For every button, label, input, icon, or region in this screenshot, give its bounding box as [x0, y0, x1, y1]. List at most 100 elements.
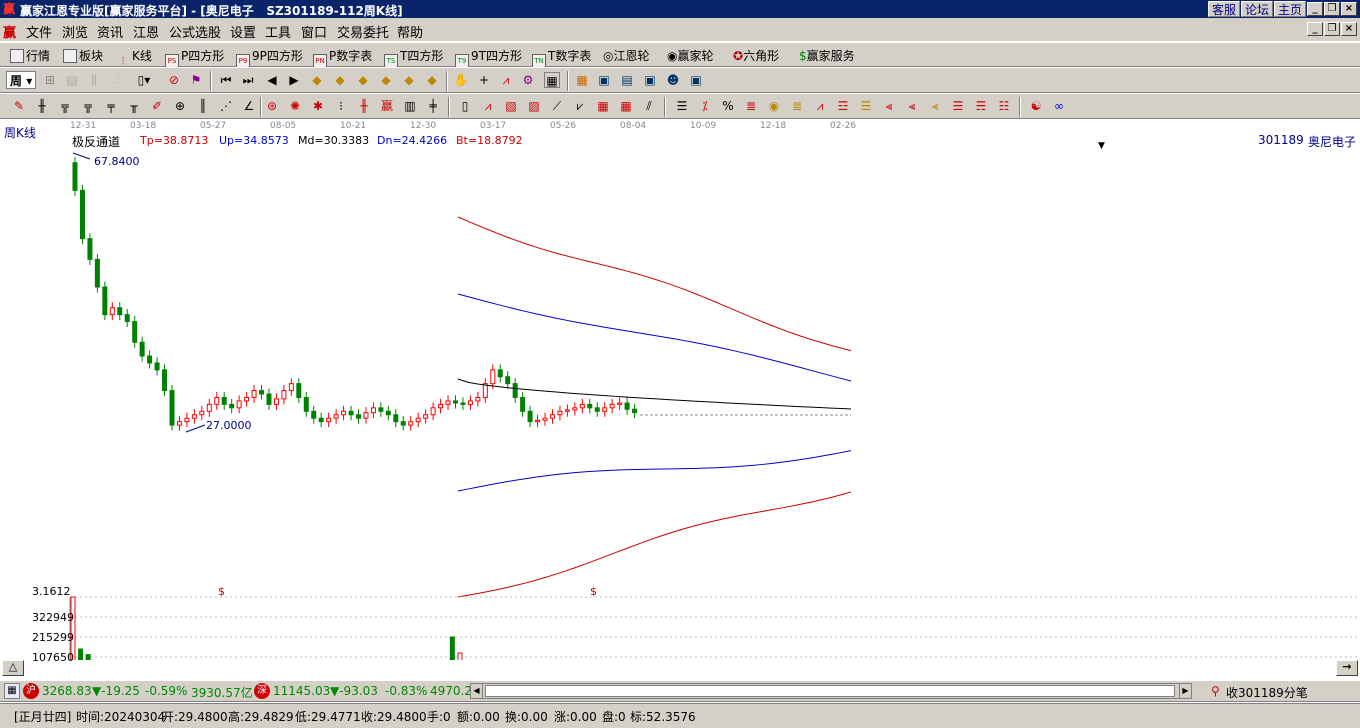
draw-h4-icon[interactable]: ⫷	[904, 98, 920, 114]
service-link[interactable]: 客服	[1208, 1, 1241, 17]
trend-icon[interactable]: ⩘	[498, 72, 514, 88]
draw-speed-icon[interactable]: ⩘	[480, 98, 496, 114]
menu-tools[interactable]: 工具	[265, 22, 291, 41]
grid-small-icon[interactable]: ▦	[4, 683, 20, 699]
draw-coin-icon[interactable]: ◉	[766, 98, 782, 114]
minimize-icon[interactable]: _	[1307, 2, 1323, 16]
tick-data-icon[interactable]: ⚲	[1211, 684, 1220, 698]
draw-h3-icon[interactable]: ⫷	[881, 98, 897, 114]
t-square-button[interactable]: TS T四方形	[384, 47, 443, 68]
draw-pct-icon[interactable]: ⁒	[697, 98, 713, 114]
next-icon[interactable]: ▶	[286, 72, 302, 88]
menu-browse[interactable]: 浏览	[62, 22, 88, 41]
prev-icon[interactable]: ◀	[264, 72, 280, 88]
gann-wheel-button[interactable]: ◎江恩轮	[603, 47, 650, 64]
draw-bar2-icon[interactable]: ╦	[80, 98, 96, 114]
sector-button[interactable]: 板块	[63, 47, 103, 64]
winner-wheel-button[interactable]: ◉赢家轮	[667, 47, 714, 64]
draw-flame-icon[interactable]: ⩘	[812, 98, 828, 114]
tool-doc-icon[interactable]: ▤	[64, 72, 80, 88]
yinyang-icon[interactable]: ☯	[1028, 98, 1044, 114]
menu-gann[interactable]: 江恩	[133, 22, 159, 41]
scroll-right-icon[interactable]: ▶	[1179, 684, 1191, 698]
diamond-4-icon[interactable]: ◆	[378, 72, 394, 88]
report-icon[interactable]: ▤	[619, 72, 635, 88]
draw-h7-icon[interactable]: ☴	[973, 98, 989, 114]
winner-service-button[interactable]: $赢家服务	[799, 47, 855, 64]
draw-grid3-icon[interactable]: ▦	[618, 98, 634, 114]
forum-link[interactable]: 论坛	[1241, 1, 1274, 17]
tool-bars-icon[interactable]: ⫼	[86, 72, 102, 88]
bottom-scrollbar[interactable]: ◀ ▶	[470, 683, 1192, 699]
kline-chart[interactable]	[0, 119, 1360, 660]
diamond-3-icon[interactable]: ◆	[355, 72, 371, 88]
p-number-table-button[interactable]: PN P数字表	[313, 47, 372, 68]
menu-info[interactable]: 资讯	[97, 22, 123, 41]
child-minimize-icon[interactable]: _	[1307, 22, 1323, 36]
draw-h5-icon[interactable]: ⫷	[927, 98, 943, 114]
draw-fan-icon[interactable]: ⋰	[218, 98, 234, 114]
save-icon[interactable]: ▣	[642, 72, 658, 88]
scroll-thumb[interactable]	[485, 685, 1175, 697]
tool-active-icon[interactable]: ▦	[544, 72, 560, 88]
tool-bar-type-icon[interactable]: ▯▾	[136, 72, 152, 88]
draw-target-icon[interactable]: ⊛	[264, 98, 280, 114]
chart-area[interactable]: 周K线 极反通道 Tp=38.8713 Up=34.8573 Md=30.338…	[0, 119, 1360, 678]
expand-up-icon[interactable]: △	[2, 660, 24, 676]
home-link[interactable]: 主页	[1274, 1, 1307, 17]
diamond-5-icon[interactable]: ◆	[401, 72, 417, 88]
menu-formula[interactable]: 公式选股	[169, 22, 221, 41]
draw-table-icon[interactable]: ▥	[402, 98, 418, 114]
menu-settings[interactable]: 设置	[230, 22, 256, 41]
menu-window[interactable]: 窗口	[301, 22, 327, 41]
close-icon[interactable]: ×	[1341, 2, 1357, 16]
kline-button[interactable]: ┆ K线	[116, 47, 152, 69]
draw-bar3-icon[interactable]: ╤	[103, 98, 119, 114]
crosshair-icon[interactable]: +	[476, 72, 492, 88]
draw-cross-icon[interactable]: ✱	[310, 98, 326, 114]
dropdown-arrow-icon[interactable]: ▼	[1098, 141, 1105, 151]
menu-trade[interactable]: 交易委托	[337, 22, 389, 41]
9t-square-button[interactable]: T9 9T四方形	[455, 47, 522, 68]
draw-box2-icon[interactable]: ▨	[526, 98, 542, 114]
period-select[interactable]: 周 ▾	[6, 71, 36, 89]
tool-zoom-icon[interactable]: ⊘	[166, 72, 182, 88]
tool-grid-icon[interactable]: ⊞	[42, 72, 58, 88]
tool-candles-icon[interactable]: ⫶	[110, 72, 126, 88]
draw-grid2-icon[interactable]: ▦	[595, 98, 611, 114]
diamond-6-icon[interactable]: ◆	[424, 72, 440, 88]
t-number-table-button[interactable]: TN T数字表	[532, 47, 591, 68]
draw-frame-icon[interactable]: ▯	[457, 98, 473, 114]
expand-right-icon[interactable]: →	[1336, 660, 1358, 676]
formula-icon[interactable]: ⚙	[520, 72, 536, 88]
draw-list-icon[interactable]: ☰	[674, 98, 690, 114]
draw-star-icon[interactable]: ✺	[287, 98, 303, 114]
calendar-icon[interactable]: ▦	[574, 72, 590, 88]
menu-help[interactable]: 帮助	[397, 22, 423, 41]
hand-icon[interactable]: ✋	[453, 72, 469, 88]
draw-zigzag-icon[interactable]: ⩗	[572, 98, 588, 114]
9p-square-button[interactable]: P9 9P四方形	[236, 47, 303, 68]
scroll-left-icon[interactable]: ◀	[471, 684, 483, 698]
draw-win-icon[interactable]: 赢	[379, 98, 395, 114]
people-icon[interactable]: ☻	[665, 72, 681, 88]
draw-hlines-icon[interactable]: ╪	[425, 98, 441, 114]
diamond-1-icon[interactable]: ◆	[309, 72, 325, 88]
infinity-icon[interactable]: ∞	[1051, 98, 1067, 114]
draw-bar4-icon[interactable]: ╥	[126, 98, 142, 114]
hexagon-button[interactable]: ✪六角形	[733, 47, 779, 64]
draw-coins-icon[interactable]: ≣	[789, 98, 805, 114]
p-square-button[interactable]: PS P四方形	[165, 47, 224, 68]
draw-h1-icon[interactable]: ☲	[835, 98, 851, 114]
draw-grid-icon[interactable]: ╫	[34, 98, 50, 114]
draw-angle-icon[interactable]: ∠	[241, 98, 257, 114]
draw-h6-icon[interactable]: ☰	[950, 98, 966, 114]
percent-icon[interactable]: %	[720, 98, 736, 114]
pen-icon[interactable]: ✎	[11, 98, 27, 114]
last-icon[interactable]: ⏭	[240, 72, 256, 88]
restore-icon[interactable]: ❐	[1324, 2, 1340, 16]
truck-icon[interactable]: ▣	[688, 72, 704, 88]
draw-mark-icon[interactable]: ╫	[356, 98, 372, 114]
draw-slope-icon[interactable]: ⟋	[549, 98, 565, 114]
draw-bar1-icon[interactable]: ╦	[57, 98, 73, 114]
